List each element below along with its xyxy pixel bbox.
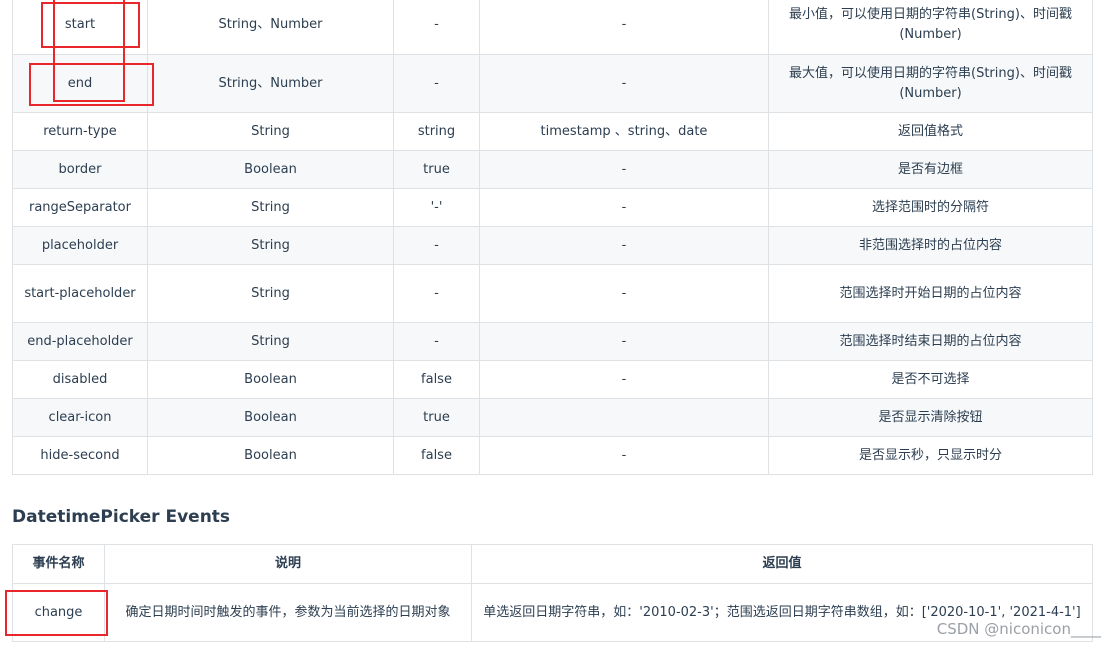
table-row: rangeSeparator String '-' - 选择范围时的分隔符 [12, 188, 1093, 227]
watermark: CSDN @niconicon____ [936, 620, 1101, 638]
table-row: return-type String string timestamp 、str… [12, 112, 1093, 151]
prop-type: String [147, 264, 394, 323]
prop-name: start-placeholder [12, 264, 148, 323]
table-row: disabled Boolean false - 是否不可选择 [12, 360, 1093, 399]
prop-options: - [479, 264, 769, 323]
prop-options: - [479, 436, 769, 475]
prop-options: - [479, 188, 769, 227]
table-row: start String、Number - - 最小值，可以使用日期的字符串(S… [12, 0, 1093, 55]
prop-default: - [393, 226, 480, 265]
prop-desc: 选择范围时的分隔符 [768, 188, 1093, 227]
column-header: 返回值 [471, 544, 1093, 584]
prop-default: - [393, 264, 480, 323]
prop-default: false [393, 436, 480, 475]
prop-name: disabled [12, 360, 148, 399]
prop-options: - [479, 0, 769, 55]
prop-desc: 最大值，可以使用日期的字符串(String)、时间戳(Number) [768, 54, 1093, 113]
prop-type: Boolean [147, 436, 394, 475]
prop-name: end-placeholder [12, 322, 148, 361]
prop-type: String、Number [147, 0, 394, 55]
prop-desc: 范围选择时结束日期的占位内容 [768, 322, 1093, 361]
prop-name: rangeSeparator [12, 188, 148, 227]
prop-options: - [479, 322, 769, 361]
props-table: start String、Number - - 最小值，可以使用日期的字符串(S… [12, 0, 1093, 475]
prop-options: - [479, 226, 769, 265]
prop-desc: 是否有边框 [768, 150, 1093, 189]
prop-default: true [393, 398, 480, 437]
events-table: 事件名称 说明 返回值 change 确定日期时间时触发的事件，参数为当前选择的… [12, 544, 1093, 642]
prop-name: end [12, 54, 148, 113]
prop-name: hide-second [12, 436, 148, 475]
prop-default: true [393, 150, 480, 189]
prop-name: clear-icon [12, 398, 148, 437]
prop-desc: 非范围选择时的占位内容 [768, 226, 1093, 265]
table-row: border Boolean true - 是否有边框 [12, 150, 1093, 189]
prop-type: String [147, 322, 394, 361]
prop-options [479, 398, 769, 437]
table-row: start-placeholder String - - 范围选择时开始日期的占… [12, 264, 1093, 323]
event-desc: 确定日期时间时触发的事件，参数为当前选择的日期对象 [104, 583, 472, 642]
prop-options: - [479, 54, 769, 113]
prop-desc: 是否显示清除按钮 [768, 398, 1093, 437]
table-row: end String、Number - - 最大值，可以使用日期的字符串(Str… [12, 54, 1093, 113]
prop-type: Boolean [147, 360, 394, 399]
prop-default: - [393, 0, 480, 55]
table-row: placeholder String - - 非范围选择时的占位内容 [12, 226, 1093, 265]
prop-options: - [479, 150, 769, 189]
prop-default: string [393, 112, 480, 151]
prop-default: false [393, 360, 480, 399]
prop-type: String [147, 226, 394, 265]
event-name: change [12, 583, 105, 642]
prop-name: placeholder [12, 226, 148, 265]
column-header: 事件名称 [12, 544, 105, 584]
prop-desc: 是否显示秒，只显示时分 [768, 436, 1093, 475]
prop-options: timestamp 、string、date [479, 112, 769, 151]
table-row: clear-icon Boolean true 是否显示清除按钮 [12, 398, 1093, 437]
prop-name: return-type [12, 112, 148, 151]
prop-name: border [12, 150, 148, 189]
prop-desc: 最小值，可以使用日期的字符串(String)、时间戳(Number) [768, 0, 1093, 55]
prop-desc: 是否不可选择 [768, 360, 1093, 399]
prop-options: - [479, 360, 769, 399]
prop-desc: 返回值格式 [768, 112, 1093, 151]
table-header-row: 事件名称 说明 返回值 [12, 544, 1093, 584]
prop-type: Boolean [147, 150, 394, 189]
prop-type: Boolean [147, 398, 394, 437]
prop-default: - [393, 322, 480, 361]
section-title: DatetimePicker Events [12, 507, 231, 527]
prop-default: '-' [393, 188, 480, 227]
table-row: end-placeholder String - - 范围选择时结束日期的占位内… [12, 322, 1093, 361]
prop-name: start [12, 0, 148, 55]
column-header: 说明 [104, 544, 472, 584]
table-row: change 确定日期时间时触发的事件，参数为当前选择的日期对象 单选返回日期字… [12, 583, 1093, 642]
prop-desc: 范围选择时开始日期的占位内容 [768, 264, 1093, 323]
prop-default: - [393, 54, 480, 113]
table-row: hide-second Boolean false - 是否显示秒，只显示时分 [12, 436, 1093, 475]
prop-type: String [147, 112, 394, 151]
prop-type: String、Number [147, 54, 394, 113]
prop-type: String [147, 188, 394, 227]
